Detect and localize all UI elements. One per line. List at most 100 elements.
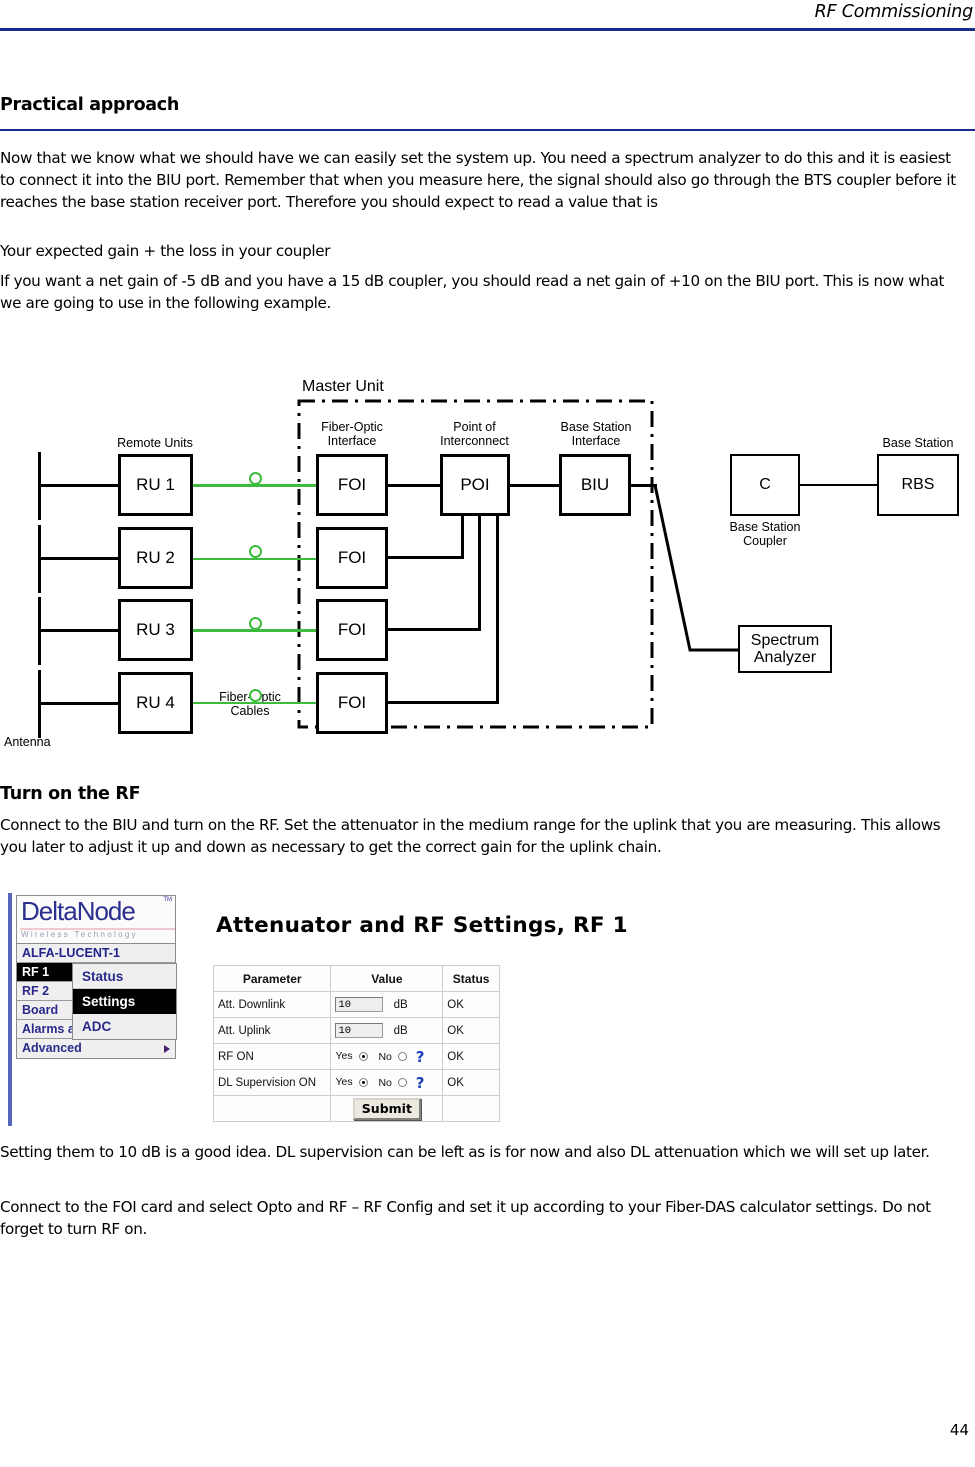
foi3-to-poi-h <box>388 628 481 631</box>
spectrum-analyzer-box: Spectrum Analyzer <box>738 625 832 673</box>
submit-row-cell: Submit <box>330 1095 444 1122</box>
dl-supervision-yes-label: Yes <box>335 1076 353 1089</box>
dl-supervision-no-radio[interactable] <box>397 1078 407 1087</box>
foi1-to-poi-wire <box>388 484 440 487</box>
page-number: 44 <box>949 1421 969 1439</box>
poi-box: POI <box>440 454 510 516</box>
antenna-feed-4 <box>38 702 118 705</box>
row-value-att-uplink: 10 dB <box>330 1017 444 1044</box>
browser-left-edge <box>8 893 12 1126</box>
table-row: DL Supervision ON Yes No ? OK <box>212 1069 500 1096</box>
rf-on-radio-group: Yes No ? <box>335 1048 424 1066</box>
header-rule <box>0 28 975 31</box>
fiber-cable-2 <box>193 558 320 560</box>
foi-card-4: FOI <box>316 672 388 734</box>
att-uplink-input[interactable]: 10 <box>335 1023 384 1038</box>
rbs-box: RBS <box>877 454 959 516</box>
biu-out-wire <box>631 484 657 487</box>
table-row: Att. Uplink 10 dB OK <box>212 1017 500 1044</box>
nav-item-advanced-label: Advanced <box>22 1041 82 1055</box>
table-row: RF ON Yes No ? OK <box>212 1043 500 1070</box>
fiber-connector-2 <box>249 545 262 558</box>
attenuator-settings-table: Parameter Value Status Att. Downlink 10 … <box>212 965 500 1122</box>
fiber-connector-3 <box>249 617 262 630</box>
trademark-icon: TM <box>163 897 172 903</box>
column-header-status: Status <box>442 965 500 992</box>
paragraph-4: Connect to the BIU and turn on the RF. S… <box>0 816 941 856</box>
section-heading-practical-approach: Practical approach <box>0 95 180 115</box>
poi-to-biu-wire <box>510 484 560 487</box>
dl-supervision-radio-group: Yes No ? <box>335 1074 424 1092</box>
page-header: RF Commissioning <box>0 0 975 28</box>
help-icon[interactable]: ? <box>416 1074 425 1092</box>
remote-unit-4: RU 4 <box>118 672 193 734</box>
foi2-to-poi-v <box>461 516 464 559</box>
biu-box: BIU <box>559 454 631 516</box>
submit-button[interactable]: Submit <box>352 1097 421 1120</box>
paragraph-5: Setting them to 10 dB is a good idea. DL… <box>0 1143 930 1161</box>
paragraph-3: If you want a net gain of -5 dB and you … <box>0 272 945 312</box>
antenna-feed-3 <box>38 629 118 632</box>
row-label-att-downlink: Att. Downlink <box>212 991 332 1018</box>
nav-item-advanced[interactable]: Advanced <box>17 1039 175 1058</box>
submit-row-spacer <box>212 1095 332 1122</box>
nav-item-board-label: Board <box>22 1003 59 1017</box>
nav-item-rf-1-label: RF 1 <box>22 965 50 979</box>
row-value-att-downlink: 10 dB <box>330 991 444 1018</box>
rf-on-yes-label: Yes <box>335 1050 353 1063</box>
table-row: Att. Downlink 10 dB OK <box>212 991 500 1018</box>
base-station-coupler-box: C <box>730 454 800 516</box>
fiber-connector-4 <box>249 689 262 702</box>
column-header-parameter: Parameter <box>212 965 332 992</box>
dl-supervision-yes-radio[interactable] <box>358 1078 368 1087</box>
help-icon[interactable]: ? <box>416 1048 425 1066</box>
nav-item-rf-2-label: RF 2 <box>22 984 50 998</box>
rf-1-submenu: Status Settings ADC <box>72 963 177 1040</box>
nav-item-site[interactable]: ALFA-LUCENT-1 <box>17 944 175 963</box>
column-header-value: Value <box>330 965 444 992</box>
row-label-rf-on: RF ON <box>212 1043 332 1070</box>
foi-card-2: FOI <box>316 527 388 589</box>
row-label-att-uplink: Att. Uplink <box>212 1017 332 1044</box>
antenna-feed-2 <box>38 557 118 560</box>
antenna-feed-1 <box>38 484 118 487</box>
submit-row-status-spacer <box>442 1095 500 1122</box>
row-status-att-uplink: OK <box>442 1017 500 1044</box>
paragraph-2: Your expected gain + the loss in your co… <box>0 242 331 260</box>
att-uplink-unit: dB <box>393 1024 408 1037</box>
row-status-att-downlink: OK <box>442 991 500 1018</box>
rf-on-no-label: No <box>378 1050 392 1063</box>
running-head: RF Commissioning <box>814 2 974 22</box>
logo-tagline: Wireless Technology <box>21 930 138 939</box>
fiber-cable-4 <box>193 702 320 704</box>
deltanode-web-ui-screenshot: DeltaNode TM Wireless Technology ALFA-LU… <box>8 893 628 1128</box>
row-status-rf-on: OK <box>442 1043 500 1070</box>
coupler-to-rbs-wire <box>800 484 877 486</box>
foi-card-1: FOI <box>316 454 388 516</box>
fiber-connector-1 <box>249 472 262 485</box>
system-block-diagram: Master Unit Remote Units Fiber-Optic Int… <box>0 370 975 760</box>
rf-on-yes-radio[interactable] <box>358 1052 368 1061</box>
chevron-right-icon <box>164 1044 170 1053</box>
section-rule <box>0 129 975 131</box>
remote-unit-2: RU 2 <box>118 527 193 589</box>
rf-on-no-radio[interactable] <box>397 1052 407 1061</box>
submenu-item-adc[interactable]: ADC <box>73 1014 176 1039</box>
panel-title: Attenuator and RF Settings, RF 1 <box>216 913 628 938</box>
submenu-item-settings[interactable]: Settings <box>73 989 176 1014</box>
logo-brand-text: DeltaNode <box>21 896 136 926</box>
row-value-rf-on: Yes No ? <box>330 1043 444 1070</box>
foi-card-3: FOI <box>316 599 388 661</box>
foi4-to-poi-h <box>388 701 499 704</box>
paragraph-6: Connect to the FOI card and select Opto … <box>0 1198 931 1238</box>
remote-unit-3: RU 3 <box>118 599 193 661</box>
att-downlink-input[interactable]: 10 <box>335 997 384 1012</box>
dl-supervision-no-label: No <box>378 1076 392 1089</box>
table-submit-row: Submit <box>212 1095 500 1122</box>
submenu-item-status[interactable]: Status <box>73 964 176 989</box>
deltanode-logo: DeltaNode TM Wireless Technology <box>17 896 175 944</box>
foi4-to-poi-v <box>496 516 499 704</box>
row-label-dl-supervision-on: DL Supervision ON <box>212 1069 332 1096</box>
remote-unit-1: RU 1 <box>118 454 193 516</box>
foi3-to-poi-v <box>478 516 481 631</box>
